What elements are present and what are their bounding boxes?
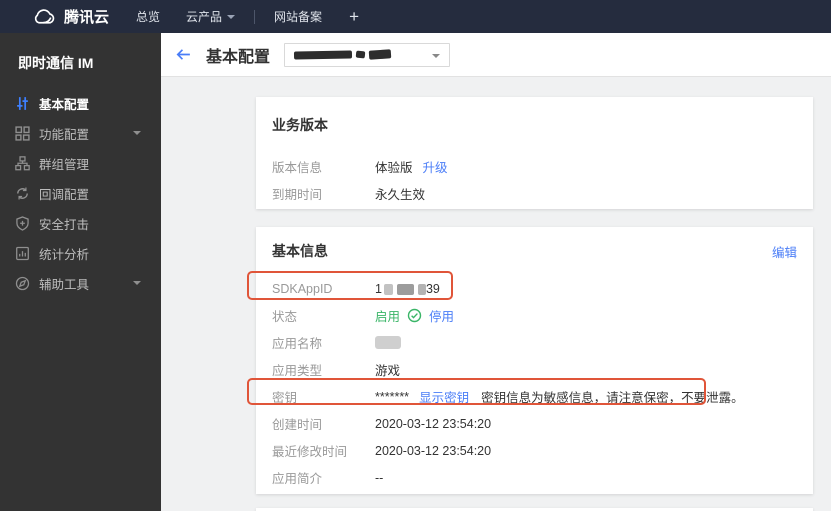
sdkappid-row: SDKAppID 1 39	[256, 275, 813, 302]
expire-value: 永久生效	[375, 188, 426, 202]
secret-key-row: 密钥 ******* 显示密钥 密钥信息为敏感信息，请注意保密，不要泄露。	[256, 383, 813, 410]
main-area: 基本配置 业务版本 版本信息 体验版 升级 到期时间 永久生效 基本信息 编辑 …	[161, 33, 831, 511]
nav-cloud-products[interactable]: 云产品	[173, 8, 248, 25]
sidebar-item-label: 安全打击	[39, 217, 90, 232]
sidebar-item-feature-config[interactable]: 功能配置	[0, 118, 161, 148]
version-info-row: 版本信息 体验版 升级	[256, 153, 813, 180]
row-label: 状态	[272, 310, 298, 324]
page-title: 基本配置	[206, 48, 271, 66]
sidebar-item-label: 功能配置	[39, 127, 90, 142]
app-type-value: 游戏	[375, 364, 401, 378]
nav-overview-label: 总览	[136, 10, 161, 24]
sidebar-item-label: 辅助工具	[39, 277, 90, 292]
chevron-down-icon	[227, 14, 236, 23]
nav-overview[interactable]: 总览	[123, 8, 173, 25]
status-row: 状态 启用 停用	[256, 302, 813, 329]
brand-home-link[interactable]: 腾讯云	[32, 6, 109, 27]
sidebar: 即时通信 IM 基本配置 功能配置 群组管理 回调配置 安全打击 统计分析 辅助…	[0, 33, 161, 511]
sidebar-product-title: 即时通信 IM	[18, 55, 94, 71]
sidebar-item-group-management[interactable]: 群组管理	[0, 148, 161, 178]
page-header: 基本配置	[161, 33, 831, 77]
sidebar-item-label: 回调配置	[39, 187, 90, 202]
row-label: SDKAppID	[272, 281, 333, 296]
row-label: 应用类型	[272, 364, 323, 378]
sliders-icon	[15, 96, 30, 111]
row-label: 应用简介	[272, 472, 323, 486]
basic-info-card: 基本信息 编辑 SDKAppID 1 39 状态 启用 停用 应用名称 应用类型…	[247, 227, 813, 494]
app-type-row: 应用类型 游戏	[256, 356, 813, 383]
shield-icon	[15, 215, 30, 231]
back-arrow-icon[interactable]	[175, 46, 193, 64]
row-label: 应用名称	[272, 337, 323, 351]
secret-masked-value: *******	[375, 389, 410, 404]
org-chart-icon	[15, 155, 30, 171]
app-name-redacted-value	[375, 336, 401, 349]
app-intro-value: --	[375, 470, 384, 485]
modified-time-row: 最近修改时间 2020-03-12 23:54:20	[256, 437, 813, 464]
sidebar-item-statistics[interactable]: 统计分析	[0, 238, 161, 268]
sidebar-item-security-strike[interactable]: 安全打击	[0, 208, 161, 238]
secret-warning-note: 密钥信息为敏感信息，请注意保密，不要泄露。	[481, 391, 744, 405]
row-label: 最近修改时间	[272, 445, 348, 459]
check-circle-icon	[407, 308, 422, 323]
created-time-row: 创建时间 2020-03-12 23:54:20	[256, 410, 813, 437]
tencent-cloud-console: 腾讯云 总览 云产品 网站备案 + 即时通信 IM 基本配置 功能配置 群组管理…	[0, 0, 831, 511]
edit-link[interactable]: 编辑	[772, 242, 797, 261]
nav-website-beian[interactable]: 网站备案	[261, 8, 335, 25]
upgrade-link[interactable]: 升级	[423, 157, 448, 176]
card-title: 基本信息	[272, 243, 328, 259]
chevron-down-icon	[133, 131, 141, 139]
modules-grid-icon	[15, 125, 30, 141]
disable-app-link[interactable]: 停用	[429, 306, 454, 325]
status-enabled-text: 启用	[375, 310, 401, 324]
sidebar-item-label: 统计分析	[39, 247, 90, 262]
sidebar-item-label: 基本配置	[39, 97, 90, 112]
redaction-block	[396, 283, 414, 295]
sdkappid-value: 1 39	[375, 281, 440, 296]
redaction-block	[383, 283, 393, 295]
chevron-down-icon	[133, 281, 141, 289]
app-selector-redacted-value	[293, 49, 392, 60]
nav-website-beian-label: 网站备案	[274, 10, 323, 24]
business-version-card: 业务版本 版本信息 体验版 升级 到期时间 永久生效	[256, 97, 813, 209]
top-navigation: 总览 云产品 网站备案 +	[123, 7, 373, 27]
sidebar-item-auxiliary-tools[interactable]: 辅助工具	[0, 268, 161, 298]
expire-time-row: 到期时间 永久生效	[256, 180, 813, 207]
app-name-row: 应用名称	[256, 329, 813, 356]
topbar: 腾讯云 总览 云产品 网站备案 +	[0, 0, 831, 33]
sync-arrows-icon	[15, 186, 30, 201]
report-chart-icon	[15, 246, 30, 261]
app-selector-dropdown[interactable]	[284, 42, 451, 67]
row-label: 版本信息	[272, 161, 323, 175]
nav-divider	[254, 9, 256, 24]
compass-tools-icon	[15, 276, 30, 291]
sidebar-item-label: 群组管理	[39, 157, 90, 172]
modified-time-value: 2020-03-12 23:54:20	[375, 443, 492, 458]
app-intro-row: 应用简介 --	[256, 464, 813, 491]
brand-label: 腾讯云	[64, 9, 110, 26]
tencent-cloud-logo-icon	[32, 8, 57, 25]
created-time-value: 2020-03-12 23:54:20	[375, 416, 492, 431]
version-value: 体验版	[375, 161, 413, 175]
chevron-down-icon	[432, 53, 441, 62]
card-title: 业务版本	[272, 117, 328, 133]
row-label: 密钥	[272, 391, 298, 405]
sidebar-item-basic-config[interactable]: 基本配置	[0, 88, 161, 118]
sidebar-item-callback-config[interactable]: 回调配置	[0, 178, 161, 208]
row-label: 创建时间	[272, 418, 323, 432]
content-area: 业务版本 版本信息 体验版 升级 到期时间 永久生效 基本信息 编辑 SDKAp…	[161, 78, 831, 511]
row-label: 到期时间	[272, 188, 323, 202]
redaction-block	[417, 283, 426, 295]
add-console-tab-button[interactable]: +	[335, 7, 373, 27]
nav-cloud-products-label: 云产品	[186, 10, 223, 24]
show-secret-link[interactable]: 显示密钥	[419, 387, 469, 406]
